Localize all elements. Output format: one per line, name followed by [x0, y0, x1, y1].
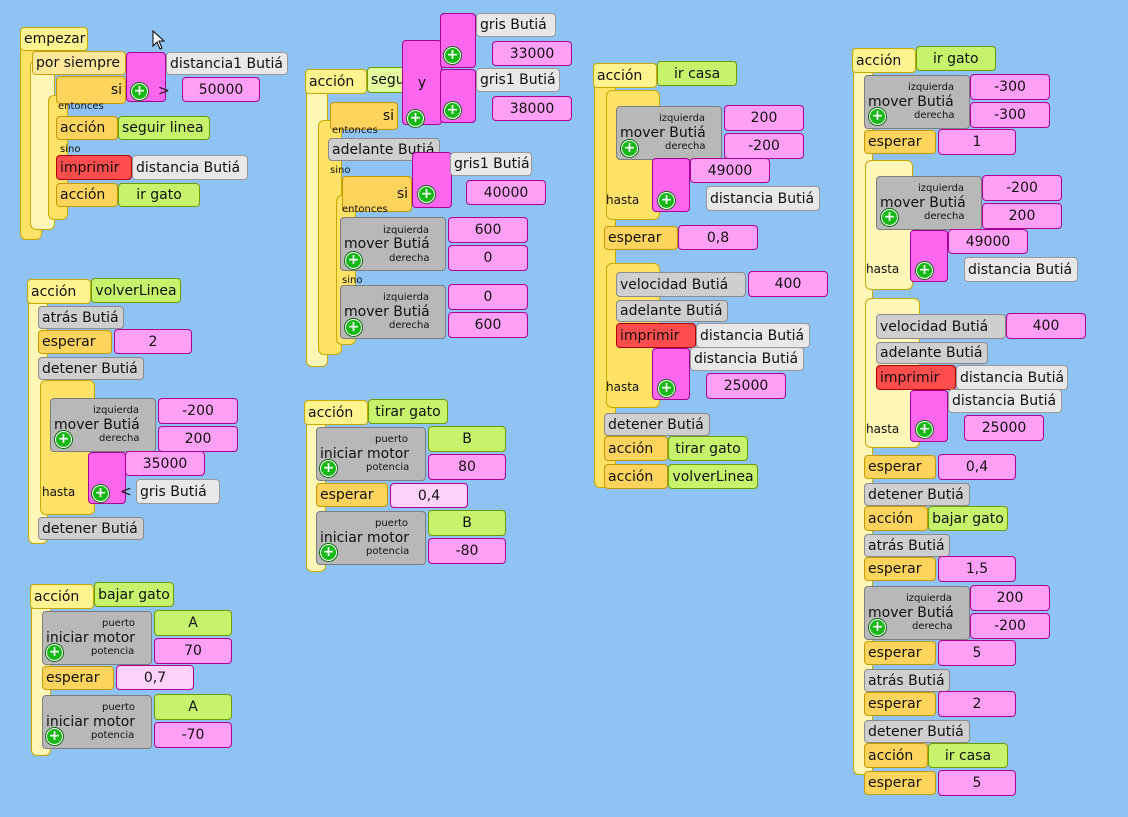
stack-ir-gato: acción ir gato mover Butiá + izquierda d… [0, 0, 1128, 817]
right-value[interactable]: -300 [970, 102, 1050, 128]
action-call[interactable]: acción [864, 506, 928, 531]
left-value-2[interactable]: -200 [982, 175, 1062, 201]
print-block[interactable]: imprimir [876, 365, 956, 390]
expand-plus-icon[interactable]: + [916, 262, 933, 279]
action-call-name-2[interactable]: ir casa [928, 743, 1008, 768]
expand-plus-icon[interactable]: + [869, 108, 886, 125]
left-label-3: izquierda [906, 593, 953, 604]
right-label-2: derecha [924, 211, 965, 222]
wait-value-3[interactable]: 1,5 [938, 556, 1016, 582]
sensor-block[interactable]: distancia Butiá [964, 257, 1078, 282]
wait-block[interactable]: esperar [864, 130, 936, 154]
wait-block-3[interactable]: esperar [864, 557, 936, 581]
back-block-2[interactable]: atrás Butiá [864, 669, 950, 692]
left-label-2: izquierda [918, 183, 965, 194]
number-block[interactable]: 49000 [948, 229, 1028, 254]
back-block[interactable]: atrás Butiá [864, 534, 950, 557]
action-call-name[interactable]: bajar gato [928, 506, 1008, 531]
wait-value-4[interactable]: 5 [938, 640, 1016, 666]
wait-value-2[interactable]: 0,4 [938, 454, 1016, 480]
right-label: derecha [914, 110, 955, 121]
action-call-2[interactable]: acción [864, 743, 928, 768]
speed-value[interactable]: 400 [1006, 313, 1086, 339]
right-value-2[interactable]: 200 [982, 203, 1062, 229]
wait-block-4[interactable]: esperar [864, 641, 936, 665]
wait-block-6[interactable]: esperar [864, 771, 936, 795]
speed-block[interactable]: velocidad Butiá [876, 314, 1006, 339]
stop-block[interactable]: detener Butiá [864, 483, 970, 506]
wait-value-5[interactable]: 2 [938, 691, 1016, 717]
wait-value[interactable]: 1 [938, 129, 1016, 155]
stop-block-2[interactable]: detener Butiá [864, 720, 970, 743]
left-value[interactable]: -300 [970, 74, 1050, 100]
until-label-2: hasta [866, 422, 900, 436]
expand-plus-icon[interactable]: + [916, 421, 933, 438]
print-sensor[interactable]: distancia Butiá [956, 365, 1068, 390]
wait-block-2[interactable]: esperar [864, 455, 936, 479]
forward-block[interactable]: adelante Butiá [876, 342, 988, 364]
wait-block-5[interactable]: esperar [864, 692, 936, 716]
action-name[interactable]: ir gato [916, 46, 996, 71]
right-label-3: derecha [912, 621, 953, 632]
right-value-3[interactable]: -200 [970, 613, 1050, 639]
left-label: izquierda [908, 82, 955, 93]
action-hat[interactable]: acción [852, 48, 916, 73]
expand-plus-icon[interactable]: + [869, 619, 886, 636]
wait-value-6[interactable]: 5 [938, 770, 1016, 796]
left-value-3[interactable]: 200 [970, 585, 1050, 611]
expand-plus-icon[interactable]: + [881, 209, 898, 226]
sensor-block-2[interactable]: distancia Butiá [948, 389, 1062, 413]
number-block-2[interactable]: 25000 [964, 415, 1044, 441]
until-label: hasta [866, 262, 900, 276]
